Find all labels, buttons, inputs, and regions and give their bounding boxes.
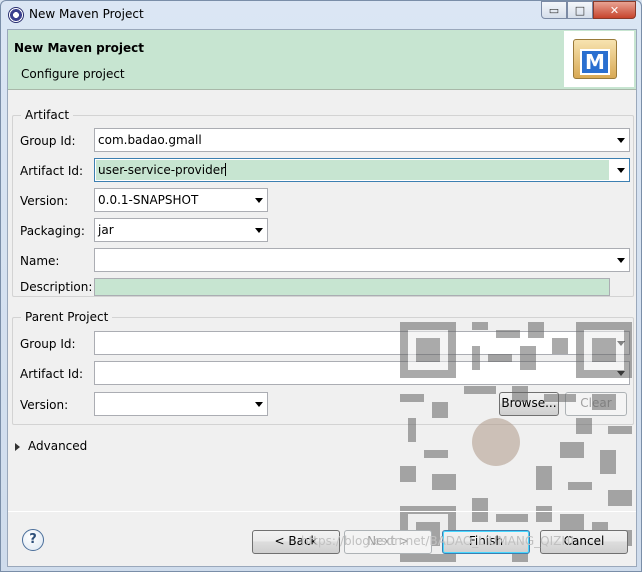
window-controls: ▭ □ ✕ <box>541 1 636 21</box>
description-label: Description: <box>20 280 93 294</box>
eclipse-icon <box>8 7 24 23</box>
artifact-id-value: user-service-provider <box>98 163 227 177</box>
advanced-toggle[interactable]: Advanced <box>28 439 87 453</box>
wizard-title: New Maven project <box>14 41 145 55</box>
maven-box-icon: M <box>573 39 617 79</box>
parent-version-label: Version: <box>20 398 69 412</box>
chevron-down-icon[interactable] <box>255 402 263 407</box>
close-button[interactable]: ✕ <box>593 1 636 19</box>
group-id-value: com.badao.gmall <box>98 133 202 147</box>
window-title: New Maven Project <box>29 7 144 21</box>
wizard-subtitle: Configure project <box>21 67 125 81</box>
parent-group-id-label: Group Id: <box>20 337 76 351</box>
maximize-button[interactable]: □ <box>567 1 593 19</box>
dialog-content: New Maven project Configure project M Ar… <box>7 29 637 567</box>
help-icon[interactable]: ? <box>22 529 44 551</box>
version-value: 0.0.1-SNAPSHOT <box>98 193 199 207</box>
chevron-down-icon[interactable] <box>255 228 263 233</box>
version-label: Version: <box>20 194 69 208</box>
dialog-window: New Maven Project ▭ □ ✕ New Maven projec… <box>0 0 642 572</box>
group-id-label: Group Id: <box>20 134 76 148</box>
maven-logo: M <box>564 31 634 87</box>
url-watermark: https://blog.csdn.net/BADAO_LIUMANG_QIZH… <box>301 534 574 548</box>
group-id-combo[interactable]: com.badao.gmall <box>94 128 630 152</box>
chevron-down-icon[interactable] <box>255 198 263 203</box>
chevron-right-icon[interactable] <box>15 443 20 451</box>
maven-letter: M <box>580 49 610 75</box>
minimize-button[interactable]: ▭ <box>541 1 567 19</box>
title-bar[interactable]: New Maven Project ▭ □ ✕ <box>1 1 641 29</box>
artifact-id-combo[interactable]: user-service-provider <box>94 158 630 182</box>
version-combo[interactable]: 0.0.1-SNAPSHOT <box>94 188 268 212</box>
qr-code-watermark <box>400 322 632 562</box>
wizard-header: New Maven project Configure project M <box>8 30 636 90</box>
name-label: Name: <box>20 254 60 268</box>
chevron-down-icon[interactable] <box>617 138 625 143</box>
packaging-label: Packaging: <box>20 224 85 238</box>
packaging-value: jar <box>98 223 114 237</box>
chevron-down-icon[interactable] <box>617 168 625 173</box>
footer-separator <box>8 511 636 512</box>
parent-project-group-label: Parent Project <box>21 310 113 324</box>
description-field[interactable] <box>94 278 610 296</box>
chevron-down-icon[interactable] <box>617 258 625 263</box>
name-combo[interactable] <box>94 248 630 272</box>
parent-artifact-id-label: Artifact Id: <box>20 367 84 381</box>
packaging-combo[interactable]: jar <box>94 218 268 242</box>
parent-version-combo[interactable] <box>94 392 268 416</box>
artifact-id-label: Artifact Id: <box>20 164 84 178</box>
artifact-group-label: Artifact <box>21 108 74 122</box>
